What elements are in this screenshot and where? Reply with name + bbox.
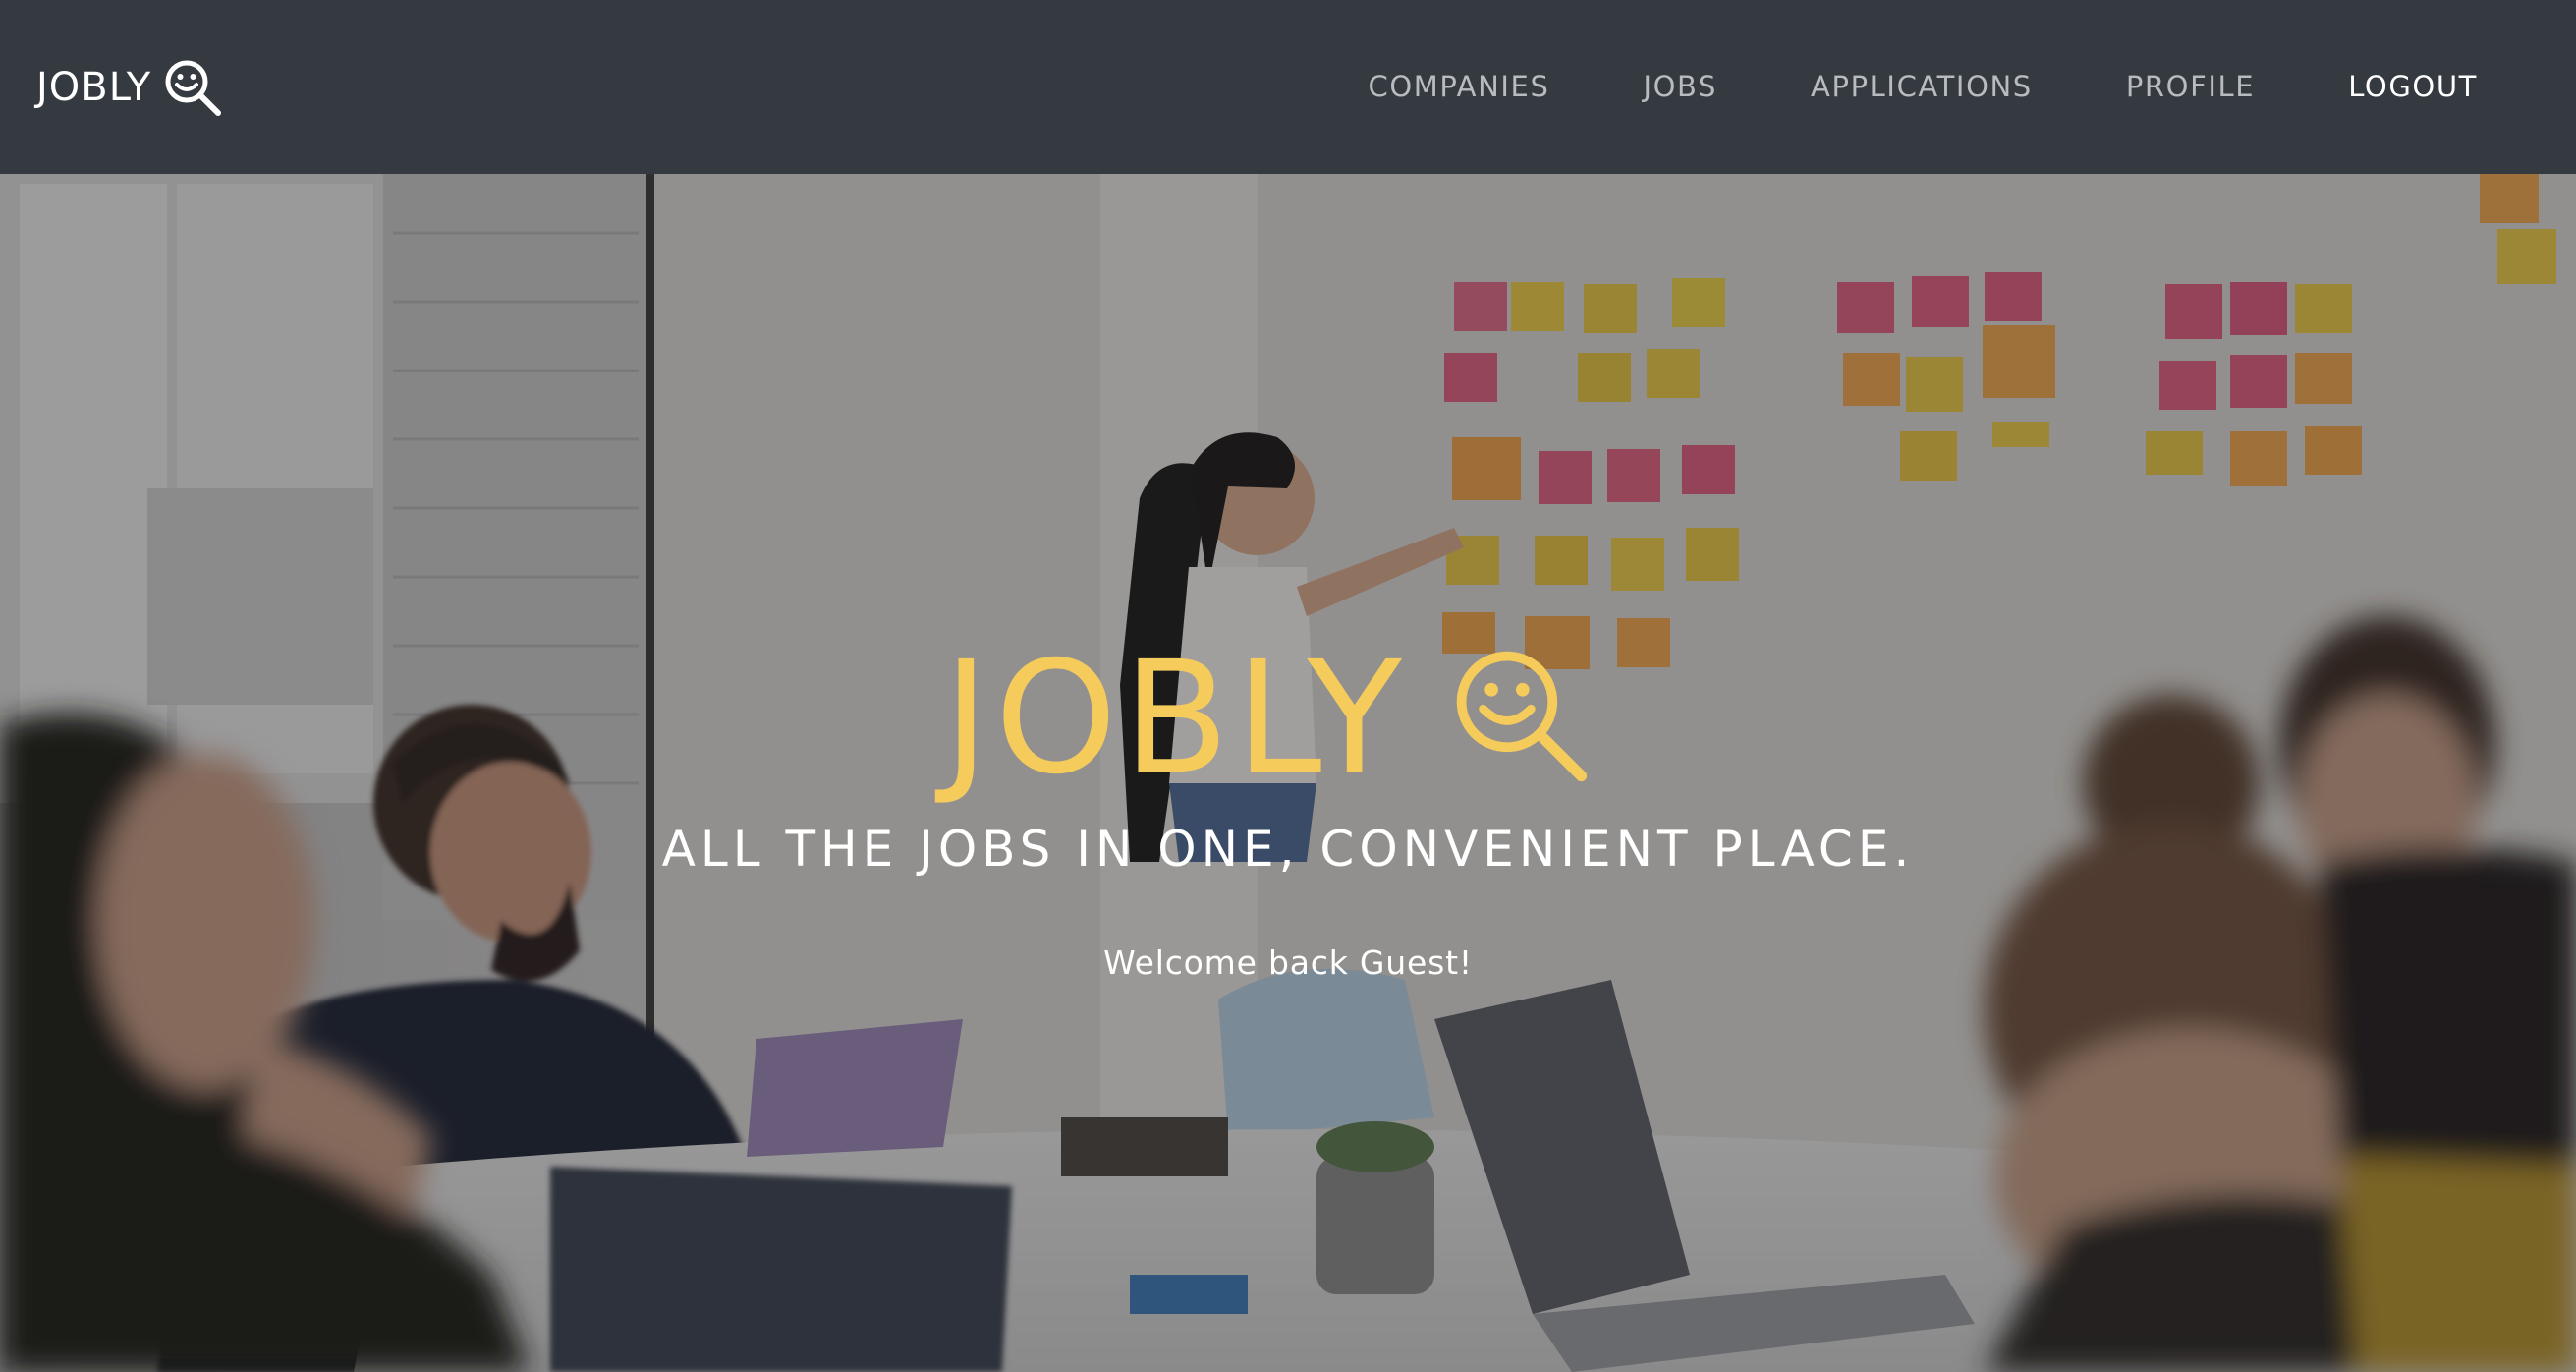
nav-link-jobs[interactable]: JOBS (1643, 73, 1717, 101)
nav-link-applications[interactable]: APPLICATIONS (1811, 73, 2033, 101)
welcome-message: Welcome back Guest! (1103, 943, 1473, 982)
nav-link-profile[interactable]: PROFILE (2126, 73, 2255, 101)
brand-link[interactable]: JOBLY (36, 56, 224, 119)
brand-text: JOBLY (36, 64, 152, 110)
hero-content: JOBLY ALL THE JOBS IN ONE, CONVENIENT PL… (0, 174, 2576, 1372)
smiley-magnifier-icon (165, 60, 222, 116)
nav-links: COMPANIES JOBS APPLICATIONS PROFILE LOGO… (1275, 73, 2478, 101)
hero-logo: JOBLY (943, 641, 1600, 796)
hero-tagline: ALL THE JOBS IN ONE, CONVENIENT PLACE. (661, 821, 1915, 878)
hero-logo-text: JOBLY (943, 628, 1408, 809)
navbar: JOBLY COMPANIES JOBS APPLICATIONS PROFIL… (0, 0, 2576, 174)
nav-link-logout[interactable]: LOGOUT (2348, 73, 2478, 101)
hero-section: JOBLY ALL THE JOBS IN ONE, CONVENIENT PL… (0, 174, 2576, 1372)
nav-link-companies[interactable]: COMPANIES (1369, 73, 1550, 101)
smiley-magnifier-icon (1456, 651, 1588, 782)
